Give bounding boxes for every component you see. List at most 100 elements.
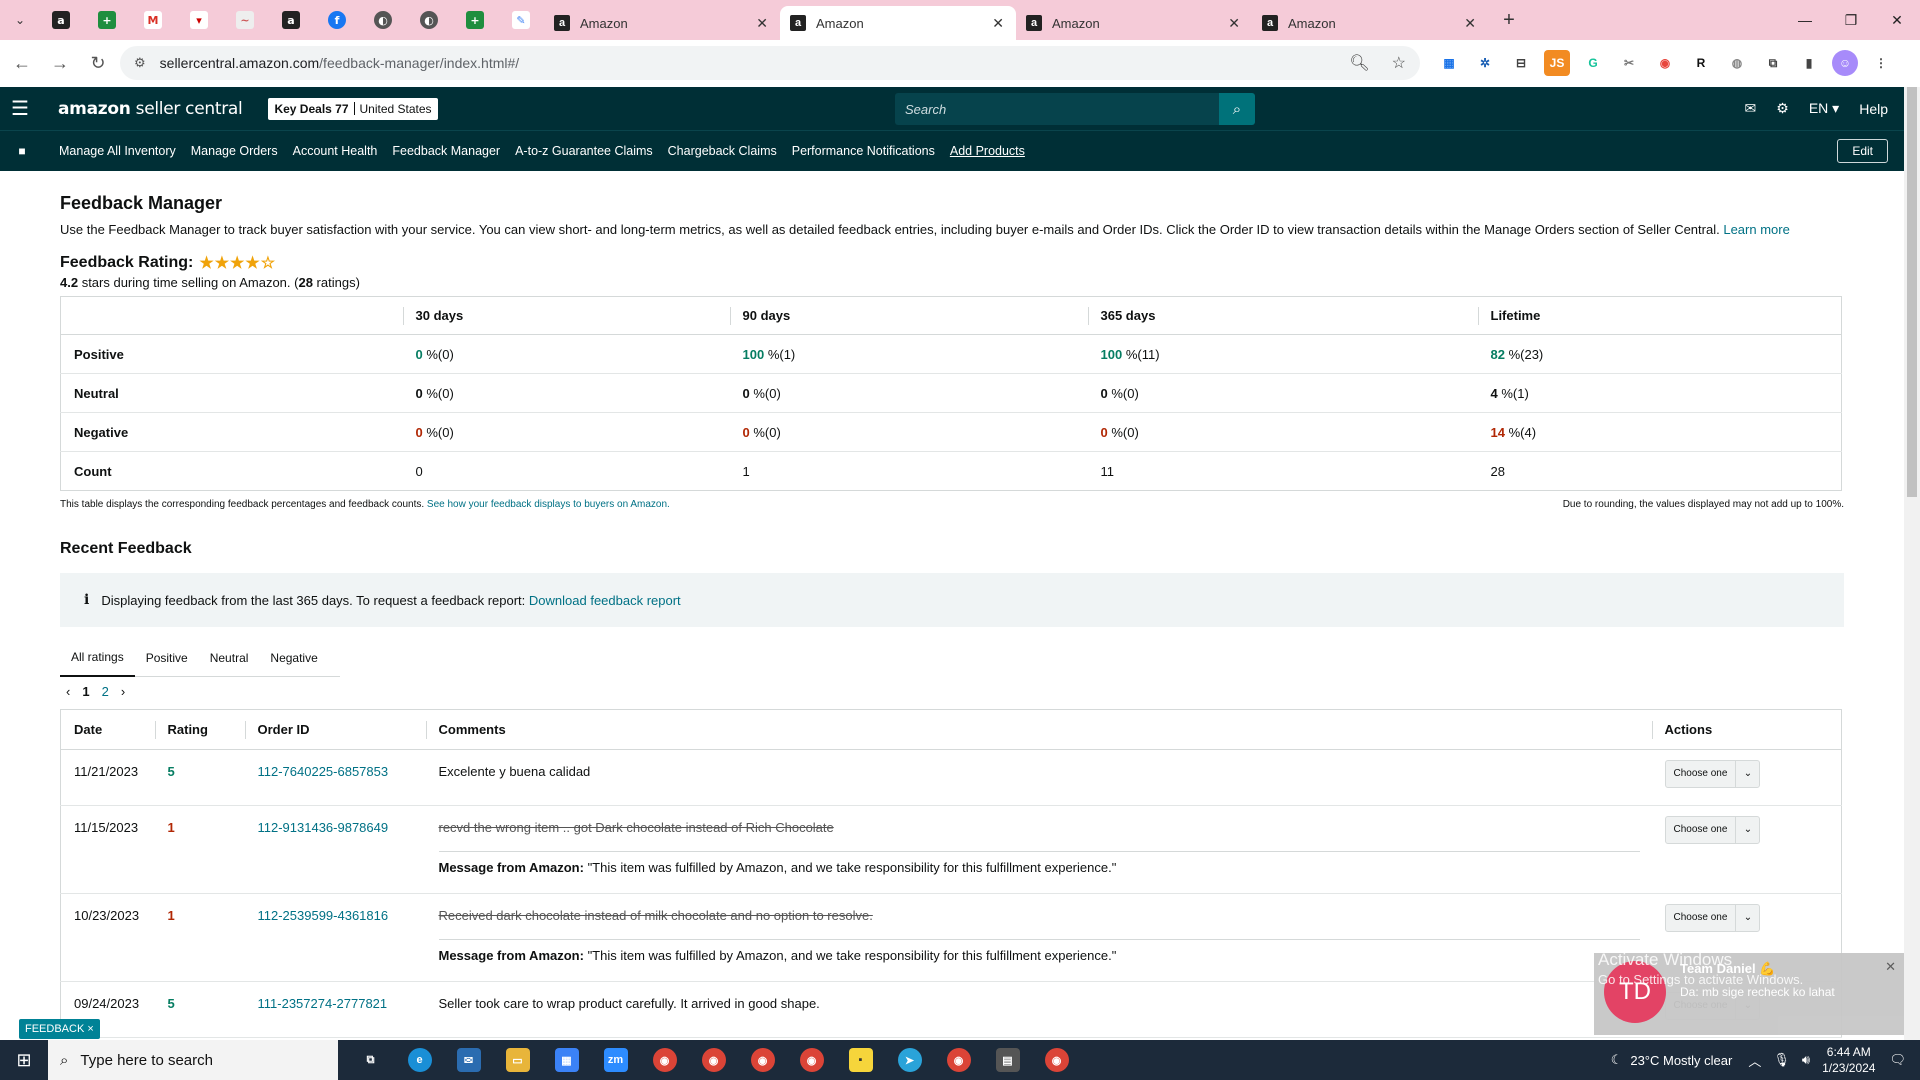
search-input[interactable]: Search [895, 93, 1219, 125]
tab-neutral[interactable]: Neutral [199, 639, 260, 677]
nav-atoz-claims[interactable]: A-to-z Guarantee Claims [515, 144, 653, 158]
tab-close-icon[interactable]: ✕ [1464, 15, 1476, 32]
pinned-tab-tool[interactable]: ✎ [498, 0, 544, 40]
telegram-icon[interactable]: ➤ [885, 1040, 934, 1080]
page-2[interactable]: 2 [102, 684, 109, 699]
calculator-icon[interactable]: ▤ [983, 1040, 1032, 1080]
chrome-icon[interactable]: ◉ [640, 1040, 689, 1080]
address-bar[interactable]: ⚙ sellercentral.amazon.com/feedback-mana… [120, 46, 1420, 80]
minimize-button[interactable]: — [1782, 0, 1828, 40]
browser-tab-active[interactable]: a Amazon ✕ [780, 6, 1016, 40]
chrome-icon[interactable]: ◉ [689, 1040, 738, 1080]
extension-icon[interactable]: ✂ [1616, 50, 1642, 76]
extension-icon[interactable]: ▦ [1436, 50, 1462, 76]
microphone-icon[interactable]: 🎙︎ [1773, 1052, 1790, 1068]
browser-menu-icon[interactable]: ⋮ [1868, 50, 1894, 76]
edge-icon[interactable]: e [395, 1040, 444, 1080]
restore-button[interactable]: ❐ [1828, 0, 1874, 40]
file-explorer-icon[interactable]: ▭ [493, 1040, 542, 1080]
page-scrollbar[interactable] [1904, 87, 1920, 1040]
pinned-tab-facebook[interactable]: f [314, 0, 360, 40]
pinned-tab-todoist[interactable]: ▾ [176, 0, 222, 40]
chrome-icon[interactable]: ◉ [787, 1040, 836, 1080]
store-switcher[interactable]: Key Deals 77 United States [268, 97, 438, 120]
pinned-tab-amazon-2[interactable]: a [268, 0, 314, 40]
download-feedback-report-link[interactable]: Download feedback report [529, 593, 681, 608]
learn-more-link[interactable]: Learn more [1723, 222, 1789, 237]
action-dropdown[interactable]: Choose one⌄ [1664, 815, 1761, 844]
bookmark-icon[interactable]: ■ [0, 144, 44, 158]
help-link[interactable]: Help [1859, 101, 1888, 117]
bookmark-star-icon[interactable]: ☆ [1392, 53, 1406, 73]
nav-feedback-manager[interactable]: Feedback Manager [392, 144, 500, 158]
site-info-icon[interactable]: ⚙ [134, 55, 146, 71]
search-button[interactable]: ⌕ [1219, 93, 1255, 125]
windows-start-icon[interactable]: ⊞ [0, 1040, 48, 1080]
chrome-icon[interactable]: ◉ [934, 1040, 983, 1080]
tab-negative[interactable]: Negative [259, 639, 328, 677]
extension-icon[interactable]: ⊟ [1508, 50, 1534, 76]
order-id-link[interactable]: 111-2357274-2777821 [258, 996, 388, 1011]
task-view-icon[interactable]: ⧉ [346, 1040, 395, 1080]
action-dropdown[interactable]: Choose one⌄ [1664, 759, 1761, 788]
notifications-icon[interactable]: 🗨︎ [1889, 1052, 1906, 1068]
back-button[interactable]: ← [6, 48, 38, 80]
clock[interactable]: 6:44 AM 1/23/2024 [1822, 1044, 1875, 1076]
settings-gear-icon[interactable]: ⚙ [1776, 100, 1789, 117]
side-panel-icon[interactable]: ▮ [1796, 50, 1822, 76]
tab-search-button[interactable]: ⌄ [6, 6, 34, 34]
prev-page-icon[interactable]: ‹ [66, 684, 70, 699]
order-id-link[interactable]: 112-7640225-6857853 [258, 764, 389, 779]
chrome-icon[interactable]: ◉ [1032, 1040, 1081, 1080]
mail-icon[interactable]: ✉ [444, 1040, 493, 1080]
sticky-notes-icon[interactable]: ▪ [836, 1040, 885, 1080]
chrome-icon[interactable]: ◉ [738, 1040, 787, 1080]
order-id-link[interactable]: 112-2539599-4361816 [258, 908, 389, 923]
extension-icon[interactable]: ◉ [1652, 50, 1678, 76]
tab-positive[interactable]: Positive [135, 639, 199, 677]
tab-close-icon[interactable]: ✕ [756, 15, 768, 32]
extension-icon[interactable]: ◍ [1724, 50, 1750, 76]
zoom-icon[interactable]: 🔍︎ [1349, 53, 1369, 73]
new-tab-button[interactable]: + [1494, 5, 1524, 35]
zoom-icon[interactable]: zm [591, 1040, 640, 1080]
extension-icon[interactable]: R [1688, 50, 1714, 76]
browser-tab[interactable]: a Amazon ✕ [1016, 6, 1252, 40]
nav-add-products[interactable]: Add Products [950, 144, 1025, 158]
store-icon[interactable]: ▦ [542, 1040, 591, 1080]
tab-all-ratings[interactable]: All ratings [60, 639, 135, 677]
feedback-widget-tab[interactable]: FEEDBACK × [19, 1019, 100, 1039]
nav-performance-notifications[interactable]: Performance Notifications [792, 144, 935, 158]
browser-tab[interactable]: a Amazon ✕ [1252, 6, 1488, 40]
pinned-tab-chrome-2[interactable]: ◐ [406, 0, 452, 40]
pinned-tab-extension[interactable]: ~ [222, 0, 268, 40]
action-dropdown[interactable]: Choose one⌄ [1664, 903, 1761, 932]
extensions-puzzle-icon[interactable]: ⧉ [1760, 50, 1786, 76]
nav-account-health[interactable]: Account Health [293, 144, 378, 158]
scrollbar-thumb[interactable] [1907, 87, 1917, 497]
extension-icon[interactable]: JS [1544, 50, 1570, 76]
pinned-tab-chrome-1[interactable]: ◐ [360, 0, 406, 40]
nav-manage-orders[interactable]: Manage Orders [191, 144, 278, 158]
forward-button[interactable]: → [44, 48, 76, 80]
volume-icon[interactable]: 🔊︎ [1802, 1052, 1810, 1068]
nav-manage-inventory[interactable]: Manage All Inventory [59, 144, 176, 158]
extension-icon[interactable]: ✲ [1472, 50, 1498, 76]
pinned-tab-gmail[interactable]: M [130, 0, 176, 40]
tab-close-icon[interactable]: ✕ [992, 15, 1004, 32]
extension-icon[interactable]: G [1580, 50, 1606, 76]
feedback-display-link[interactable]: See how your feedback displays to buyers… [427, 499, 670, 510]
reload-button[interactable]: ↻ [82, 48, 114, 80]
profile-avatar[interactable]: ☺ [1832, 50, 1858, 76]
weather-widget[interactable]: ☾ 23°C Mostly clear [1611, 1052, 1733, 1068]
language-selector[interactable]: EN ▾ [1809, 100, 1839, 117]
order-id-link[interactable]: 112-9131436-9878649 [258, 820, 389, 835]
edit-nav-button[interactable]: Edit [1837, 139, 1888, 163]
pinned-tab-amazon[interactable]: a [38, 0, 84, 40]
tab-close-icon[interactable]: ✕ [1228, 15, 1240, 32]
tray-chevron-icon[interactable]: ︿ [1748, 1051, 1761, 1070]
close-icon[interactable]: ✕ [1885, 959, 1896, 975]
messages-icon[interactable]: ✉ [1745, 100, 1757, 117]
hamburger-menu-icon[interactable]: ☰ [0, 96, 40, 121]
pinned-tab-sheets-2[interactable]: + [452, 0, 498, 40]
